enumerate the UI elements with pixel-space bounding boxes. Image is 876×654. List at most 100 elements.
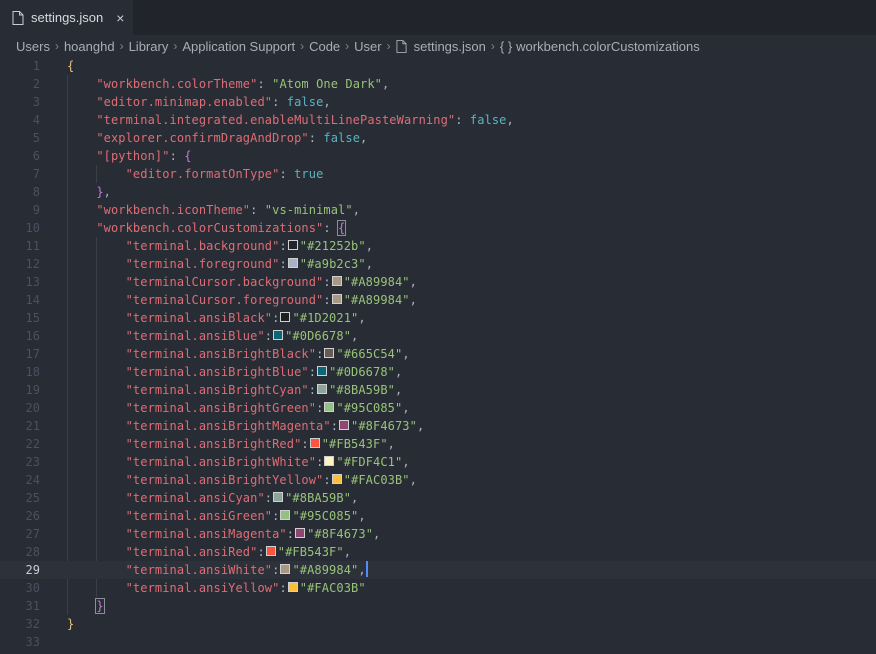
code-token: :	[330, 419, 339, 433]
line-number: 1	[32, 59, 40, 73]
line-number: 23	[25, 455, 40, 469]
code-line[interactable]: 28 "terminal.ansiRed": "#FB543F",	[0, 543, 876, 561]
code-text: "terminal.ansiBrightBlue": "#0D6678",	[67, 363, 403, 381]
code-token: :	[257, 545, 265, 559]
code-token: "editor.minimap.enabled"	[96, 95, 273, 109]
breadcrumb-item-users[interactable]: Users	[16, 39, 50, 54]
code-line[interactable]: 1{	[0, 57, 876, 75]
code-token: :	[279, 167, 295, 181]
breadcrumb-item-hoanghd[interactable]: hoanghd	[64, 39, 115, 54]
color-swatch[interactable]	[324, 456, 335, 466]
code-text: "terminal.ansiBrightGreen": "#95C085",	[67, 399, 410, 417]
breadcrumb-item-user[interactable]: User	[354, 39, 381, 54]
code-token: :	[308, 383, 317, 397]
color-swatch[interactable]	[265, 546, 276, 556]
code-line[interactable]: 24 "terminal.ansiBrightYellow": "#FAC03B"…	[0, 471, 876, 489]
code-line[interactable]: 9 "workbench.iconTheme": "vs-minimal",	[0, 201, 876, 219]
code-text: "terminal.ansiBlue": "#0D6678",	[67, 327, 359, 345]
color-swatch[interactable]	[324, 348, 335, 358]
code-line[interactable]: 23 "terminal.ansiBrightWhite": "#FDF4C1",	[0, 453, 876, 471]
code-line[interactable]: 15 "terminal.ansiBlack": "#1D2021",	[0, 309, 876, 327]
text-cursor	[365, 561, 368, 577]
line-number: 11	[25, 239, 40, 253]
code-line[interactable]: 4 "terminal.integrated.enableMultiLinePa…	[0, 111, 876, 129]
code-line[interactable]: 13 "terminalCursor.background": "#A89984"…	[0, 273, 876, 291]
code-token: :	[272, 509, 280, 523]
close-icon[interactable]: ×	[116, 11, 124, 25]
color-swatch[interactable]	[331, 294, 342, 304]
color-swatch[interactable]	[309, 438, 320, 448]
code-line[interactable]: 31 }	[0, 597, 876, 615]
code-line[interactable]: 17 "terminal.ansiBrightBlack": "#665C54",	[0, 345, 876, 363]
color-swatch[interactable]	[280, 564, 291, 574]
code-line[interactable]: 16 "terminal.ansiBlue": "#0D6678",	[0, 327, 876, 345]
code-editor[interactable]: 1{2 "workbench.colorTheme": "Atom One Da…	[0, 57, 876, 651]
tab-settings-json[interactable]: settings.json ×	[0, 0, 134, 35]
breadcrumb-item-application-support[interactable]: Application Support	[182, 39, 295, 54]
code-line[interactable]: 21 "terminal.ansiBrightMagenta": "#8F4673…	[0, 417, 876, 435]
code-token: "#FAC03B"	[343, 473, 410, 487]
code-line[interactable]: 8 },	[0, 183, 876, 201]
color-swatch[interactable]	[339, 420, 350, 430]
code-token: "workbench.colorCustomizations"	[96, 221, 324, 235]
line-number: 10	[25, 221, 40, 235]
code-line[interactable]: 7 "editor.formatOnType": true	[0, 165, 876, 183]
color-swatch[interactable]	[295, 528, 306, 538]
code-token: "terminal.ansiBrightRed"	[125, 437, 302, 451]
code-token: "terminal.ansiBlue"	[125, 329, 265, 343]
chevron-right-icon: ›	[300, 39, 305, 53]
code-token: "terminalCursor.background"	[125, 275, 324, 289]
code-token: :	[257, 77, 273, 91]
color-swatch[interactable]	[280, 510, 291, 520]
code-token: ,	[103, 185, 111, 199]
color-swatch[interactable]	[317, 384, 328, 394]
code-text: "terminal.ansiYellow": "#FAC03B"	[67, 579, 366, 597]
code-token: ,	[365, 239, 374, 253]
code-line[interactable]: 14 "terminalCursor.foreground": "#A89984"…	[0, 291, 876, 309]
color-swatch[interactable]	[331, 474, 342, 484]
code-line[interactable]: 25 "terminal.ansiCyan": "#8BA59B",	[0, 489, 876, 507]
code-token: ,	[409, 293, 417, 307]
code-line[interactable]: 11 "terminal.background": "#21252b",	[0, 237, 876, 255]
color-swatch[interactable]	[280, 312, 291, 322]
code-line[interactable]: 29 "terminal.ansiWhite": "#A89984",	[0, 561, 876, 579]
color-swatch[interactable]	[273, 492, 284, 502]
code-token: :	[316, 347, 324, 361]
code-line[interactable]: 22 "terminal.ansiBrightRed": "#FB543F",	[0, 435, 876, 453]
code-line[interactable]: 12 "terminal.foreground": "#a9b2c3",	[0, 255, 876, 273]
code-token: "[python]"	[96, 149, 170, 163]
color-swatch[interactable]	[331, 276, 342, 286]
code-token: "terminal.background"	[125, 239, 280, 253]
code-line[interactable]: 30 "terminal.ansiYellow": "#FAC03B"	[0, 579, 876, 597]
code-line[interactable]: 26 "terminal.ansiGreen": "#95C085",	[0, 507, 876, 525]
code-line[interactable]: 20 "terminal.ansiBrightGreen": "#95C085",	[0, 399, 876, 417]
code-token: ,	[343, 545, 352, 559]
breadcrumb-item-library[interactable]: Library	[129, 39, 169, 54]
code-line[interactable]: 18 "terminal.ansiBrightBlue": "#0D6678",	[0, 363, 876, 381]
code-token: ,	[351, 329, 359, 343]
code-line[interactable]: 3 "editor.minimap.enabled": false,	[0, 93, 876, 111]
code-token: {	[67, 59, 75, 73]
code-token: "terminal.ansiWhite"	[125, 563, 273, 577]
breadcrumb-item-color-customizations[interactable]: { } workbench.colorCustomizations	[500, 39, 700, 54]
code-line[interactable]: 10 "workbench.colorCustomizations": {	[0, 219, 876, 237]
code-line[interactable]: 32}	[0, 615, 876, 633]
code-token: "#A89984"	[343, 293, 410, 307]
color-swatch[interactable]	[287, 258, 298, 268]
code-line[interactable]: 2 "workbench.colorTheme": "Atom One Dark…	[0, 75, 876, 93]
code-token: "workbench.colorTheme"	[96, 77, 258, 91]
code-token: :	[308, 365, 317, 379]
color-swatch[interactable]	[287, 582, 298, 592]
color-swatch[interactable]	[273, 330, 284, 340]
color-swatch[interactable]	[287, 240, 298, 250]
color-swatch[interactable]	[324, 402, 335, 412]
code-token: "terminal.ansiMagenta"	[125, 527, 287, 541]
code-line[interactable]: 6 "[python]": {	[0, 147, 876, 165]
color-swatch[interactable]	[317, 366, 328, 376]
code-line[interactable]: 27 "terminal.ansiMagenta": "#8F4673",	[0, 525, 876, 543]
code-line[interactable]: 5 "explorer.confirmDragAndDrop": false,	[0, 129, 876, 147]
code-line[interactable]: 33	[0, 633, 876, 651]
breadcrumb-item-code[interactable]: Code	[309, 39, 340, 54]
breadcrumb-item-settings-json[interactable]: settings.json	[396, 39, 486, 54]
code-line[interactable]: 19 "terminal.ansiBrightCyan": "#8BA59B",	[0, 381, 876, 399]
